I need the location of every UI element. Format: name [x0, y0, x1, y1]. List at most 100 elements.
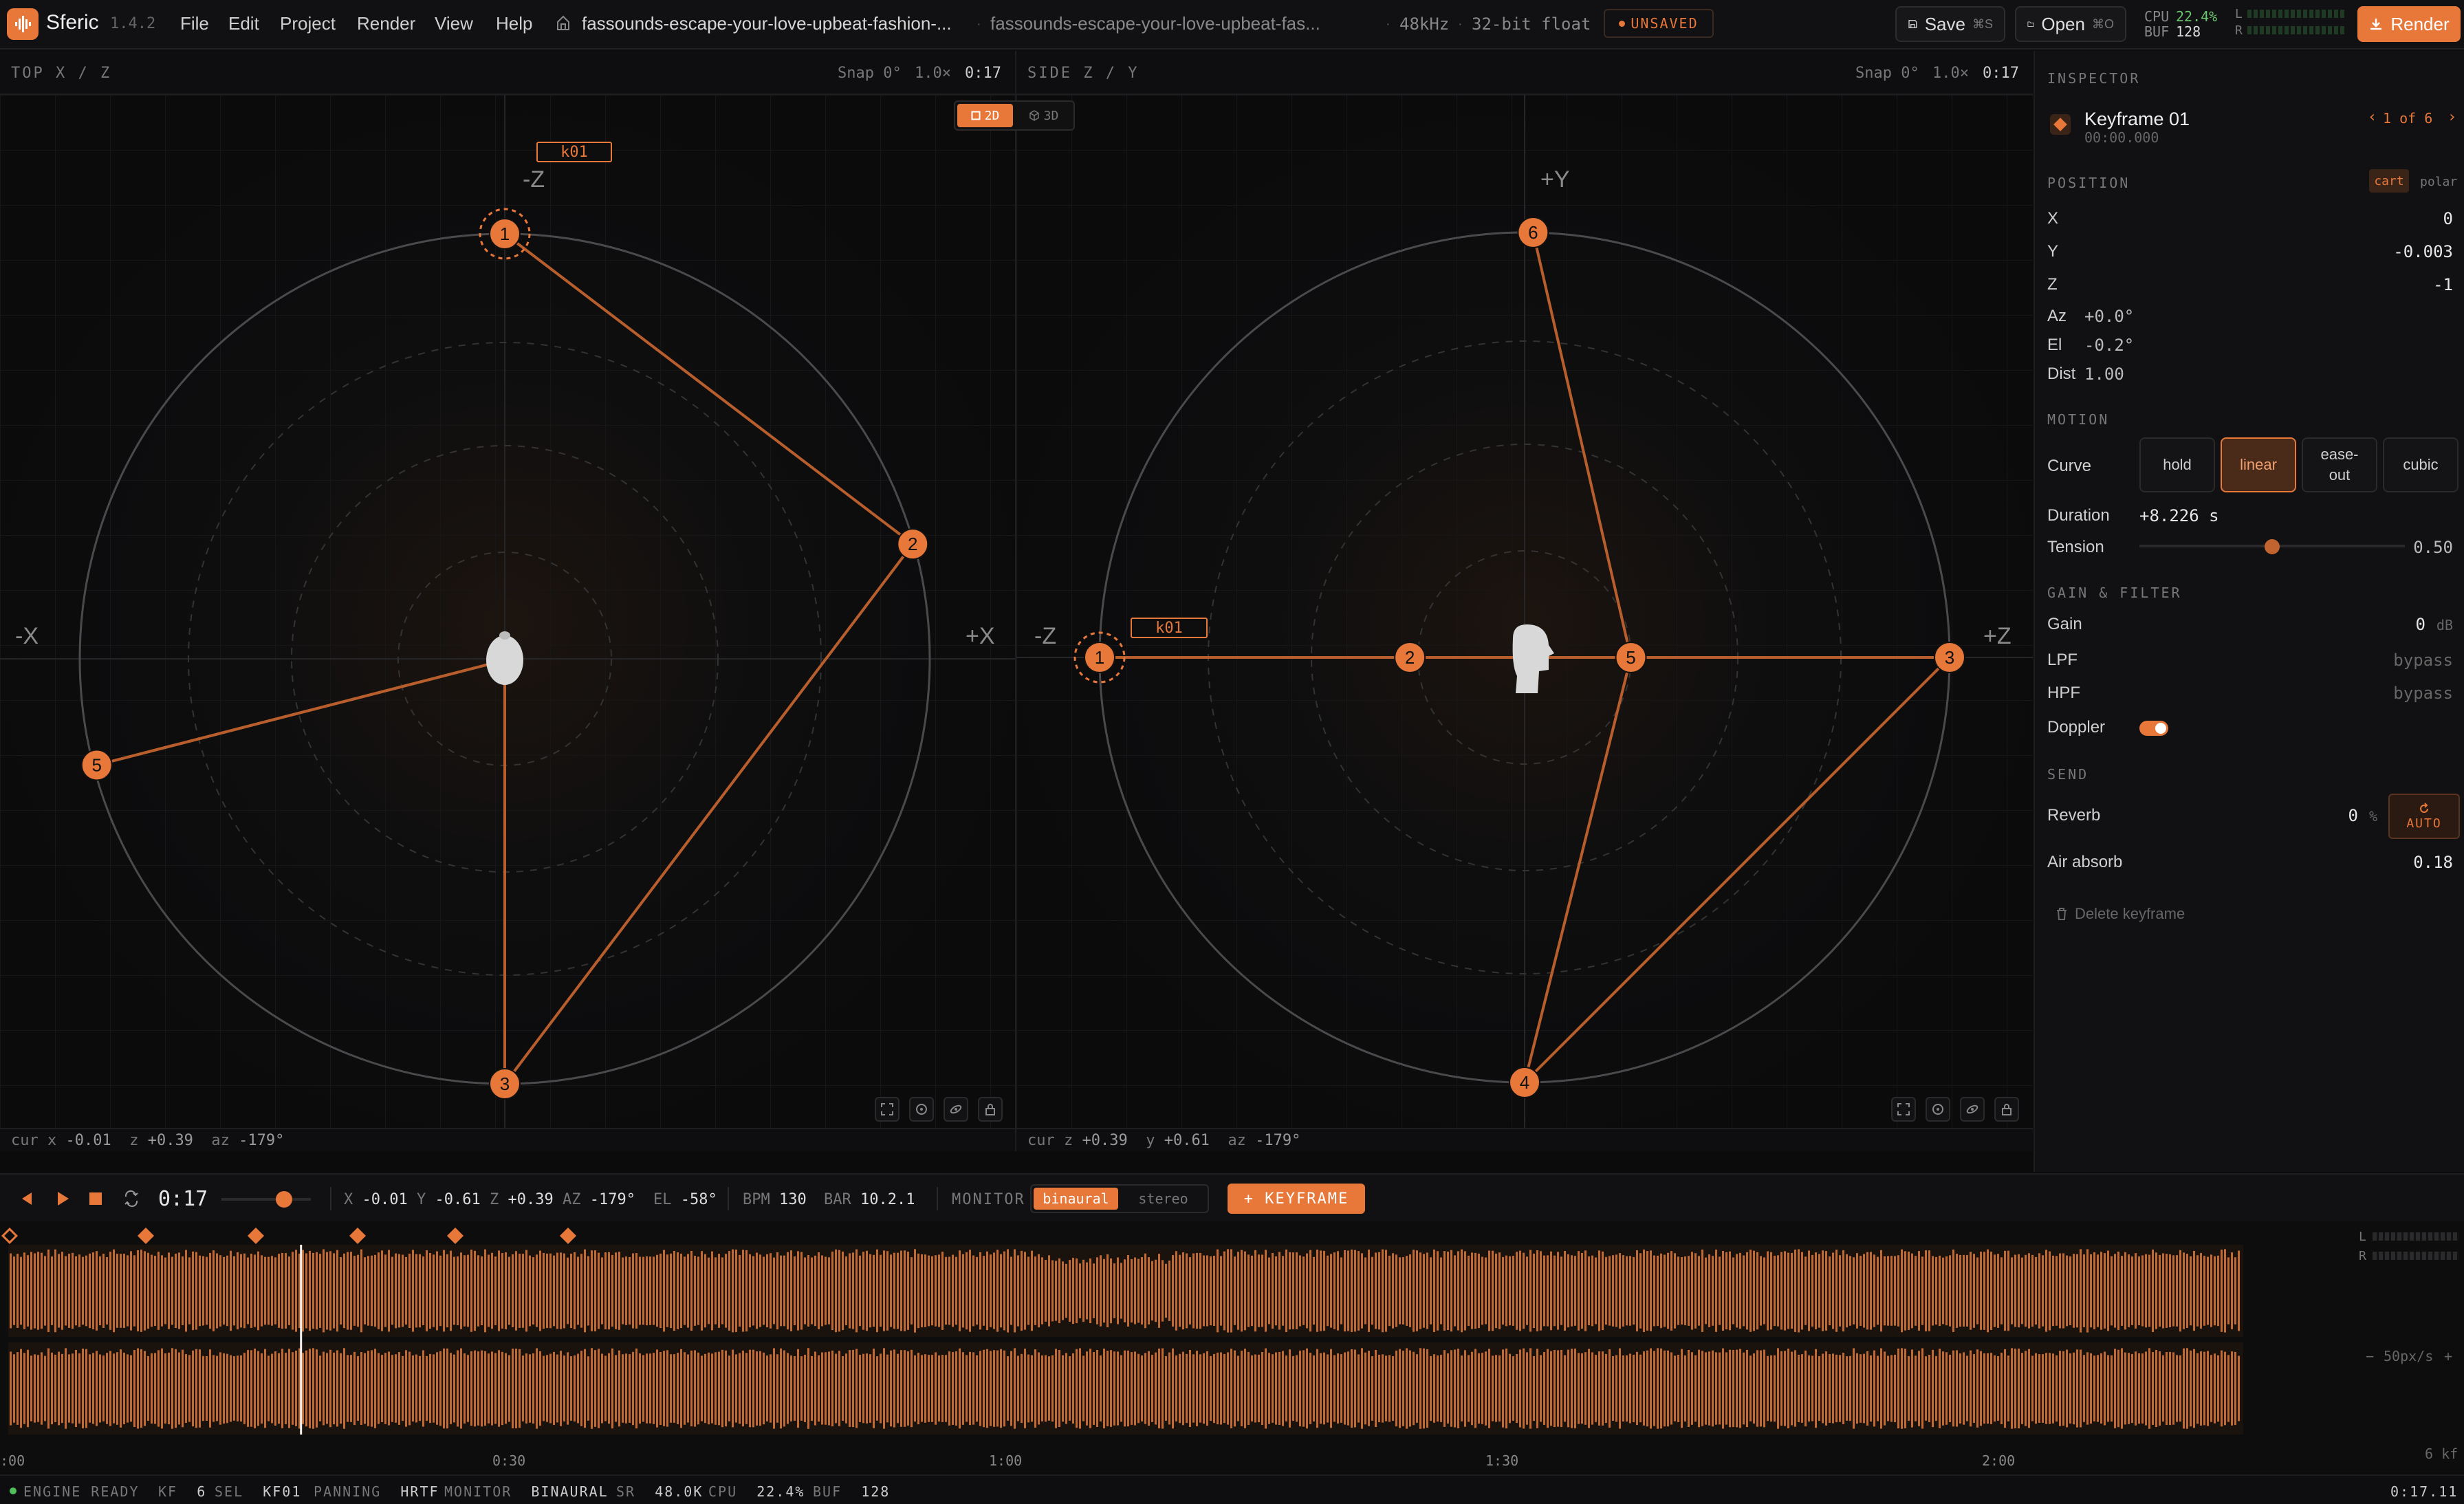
delete-keyframe-button[interactable]: Delete keyframe: [2056, 905, 2185, 923]
rewind-icon[interactable]: [18, 1190, 36, 1208]
waveform-bar: [1227, 1352, 1229, 1425]
curve-cubic-button[interactable]: cubic: [2383, 437, 2458, 492]
reverb-field[interactable]: 0: [2348, 806, 2358, 825]
waveform-bar: [161, 1255, 163, 1327]
waveform-bar: [1949, 1354, 1951, 1423]
top-view-zoom[interactable]: 1.0×: [915, 65, 951, 82]
orbit-icon[interactable]: [944, 1097, 968, 1122]
orbit-icon[interactable]: [1960, 1097, 1985, 1122]
top-axis-left: -X: [15, 623, 39, 649]
waveform-bar: [677, 1353, 679, 1424]
waveform-bar: [766, 1254, 768, 1328]
top-axis-right: +X: [966, 623, 995, 649]
curve-hold-button[interactable]: hold: [2139, 437, 2215, 492]
timeline-keyframe-marker[interactable]: [1, 1227, 19, 1245]
waveform-bar: [2018, 1254, 2020, 1328]
position-z-field[interactable]: -1: [2433, 275, 2453, 294]
mode-3d-button[interactable]: 3D: [1016, 104, 1071, 127]
loop-icon[interactable]: [122, 1190, 140, 1208]
duration-field[interactable]: +8.226 s: [2139, 506, 2219, 525]
reverb-auto-button[interactable]: AUTO: [2388, 794, 2460, 839]
position-x-field[interactable]: 0: [2443, 209, 2453, 228]
waveform-bar: [807, 1348, 809, 1429]
waveform-bar: [1557, 1350, 1559, 1427]
tension-slider-handle[interactable]: [2265, 539, 2280, 554]
monitor-stereo-button[interactable]: stereo: [1121, 1188, 1206, 1210]
timeline-keyframe-marker[interactable]: [247, 1227, 265, 1245]
timeline-keyframe-marker[interactable]: [137, 1227, 155, 1245]
menu-help[interactable]: Help: [496, 13, 532, 34]
zoom-in-button[interactable]: +: [2444, 1348, 2452, 1364]
menu-render[interactable]: Render: [357, 13, 415, 34]
waveform-bar: [794, 1256, 796, 1326]
waveform-bar: [1182, 1252, 1184, 1330]
open-button[interactable]: Open ⌘O: [2015, 6, 2126, 42]
waveform-bar: [952, 1352, 954, 1425]
lock-icon[interactable]: [978, 1097, 1003, 1122]
fit-view-icon[interactable]: [1891, 1097, 1916, 1122]
waveform-bar: [371, 1350, 373, 1427]
bpm-readout[interactable]: BPM 130: [743, 1191, 807, 1208]
timeline-keyframe-marker[interactable]: [446, 1227, 464, 1245]
stop-icon[interactable]: [88, 1191, 103, 1206]
air-absorb-field[interactable]: 0.18: [2413, 853, 2453, 872]
render-button[interactable]: Render: [2357, 6, 2461, 42]
curve-ease-out-button[interactable]: ease- out: [2302, 437, 2377, 492]
top-keyframe-tag[interactable]: k01: [536, 142, 612, 162]
side-view-zoom[interactable]: 1.0×: [1932, 65, 1969, 82]
mode-2d-button[interactable]: 2D: [957, 104, 1013, 127]
gain-field[interactable]: 0: [2416, 615, 2425, 634]
side-view-canvas[interactable]: 1 2 5 3 6 4: [1016, 95, 2033, 1128]
menu-edit[interactable]: Edit: [228, 13, 259, 34]
waveform-bar: [1206, 1255, 1208, 1327]
waveform-bar: [780, 1348, 782, 1429]
zoom-out-button[interactable]: −: [2366, 1348, 2374, 1364]
side-keyframe-tag[interactable]: k01: [1131, 618, 1208, 638]
center-target-icon[interactable]: [909, 1097, 934, 1122]
curve-linear-button[interactable]: linear: [2221, 437, 2296, 492]
side-view-snap[interactable]: Snap 0°: [1855, 65, 1919, 82]
top-view-panel[interactable]: TOP X / Z Snap 0° 1.0× 0:17 1235 -Z +Z -…: [0, 51, 1015, 1151]
waveform-bar: [1980, 1252, 1982, 1330]
keyframe-next-button[interactable]: ›: [2447, 109, 2456, 126]
timeline-keyframe-marker[interactable]: [349, 1227, 367, 1245]
center-target-icon[interactable]: [1926, 1097, 1950, 1122]
timeline-panel[interactable]: :00 0:30 1:00 1:30 2:00 L R − 50px/s + 6…: [0, 1221, 2464, 1473]
keyframe-prev-button[interactable]: ‹: [2368, 109, 2377, 126]
waveform-bar: [666, 1350, 668, 1427]
waveform-bar: [2107, 1250, 2109, 1331]
cart-toggle[interactable]: cart: [2369, 169, 2409, 193]
position-y-field[interactable]: -0.003: [2393, 242, 2453, 261]
top-view-snap[interactable]: Snap 0°: [838, 65, 902, 82]
waveform-bar: [921, 1254, 923, 1328]
waveform-bar: [677, 1252, 679, 1329]
top-view-canvas[interactable]: 1 2 3 5: [0, 95, 1015, 1128]
timeline-keyframe-marker[interactable]: [559, 1227, 577, 1245]
menu-project[interactable]: Project: [280, 13, 336, 34]
waveform-bar: [1722, 1348, 1724, 1429]
doppler-toggle[interactable]: [2139, 721, 2168, 736]
waveform-bar: [1371, 1256, 1373, 1325]
lock-icon[interactable]: [1994, 1097, 2019, 1122]
fit-view-icon[interactable]: [875, 1097, 900, 1122]
scrub-slider-handle[interactable]: [276, 1191, 292, 1208]
add-keyframe-button[interactable]: + KEYFRAME: [1228, 1184, 1365, 1214]
hpf-field[interactable]: bypass: [2393, 684, 2453, 703]
menu-file[interactable]: File: [180, 13, 209, 34]
waveform-bar: [649, 1256, 651, 1325]
waveform-bar: [1983, 1252, 1985, 1330]
play-icon[interactable]: [54, 1190, 72, 1208]
side-view-panel[interactable]: SIDE Z / Y Snap 0° 1.0× 0:17 1 2 5 3 6 4 +Y -…: [1016, 51, 2033, 1151]
lpf-field[interactable]: bypass: [2393, 651, 2453, 670]
waveform[interactable]: [0, 1221, 2304, 1451]
waveform-bar: [649, 1353, 651, 1424]
polar-toggle[interactable]: polar: [2420, 175, 2457, 189]
waveform-bar: [687, 1354, 689, 1423]
waveform-bar: [1822, 1353, 1824, 1424]
monitor-binaural-button[interactable]: binaural: [1034, 1188, 1118, 1210]
scrub-slider-track[interactable]: [221, 1198, 311, 1201]
waveform-bar: [1443, 1350, 1446, 1427]
save-button[interactable]: Save ⌘S: [1895, 6, 2005, 42]
menu-view[interactable]: View: [435, 13, 473, 34]
waveform-bar: [1144, 1253, 1146, 1329]
